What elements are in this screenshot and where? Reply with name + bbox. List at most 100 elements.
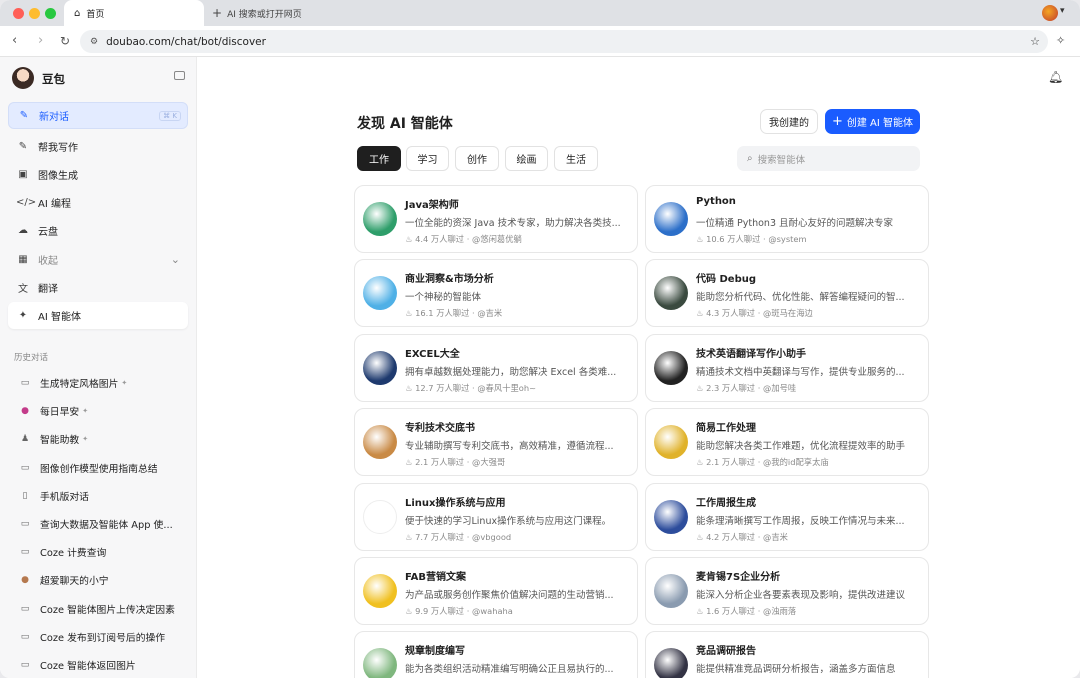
history-item[interactable]: ▭ Coze 智能体返回图片 (8, 653, 188, 677)
minimize-window-button[interactable] (29, 8, 40, 19)
my-created-button[interactable]: 我创建的 (760, 109, 818, 134)
category-tab-label: 创作 (467, 155, 487, 166)
search-box[interactable]: ⌕ 搜索智能体 (737, 146, 920, 171)
history-item-icon: ▭ (20, 547, 30, 558)
sidebar-item-agents[interactable]: ✦ AI 智能体 (8, 302, 188, 329)
history-item[interactable]: ▭ Coze 智能体图片上传决定因素 (8, 597, 188, 621)
history-title: 历史对话 (14, 353, 49, 363)
bot-card[interactable]: 商业洞察&市场分析 一个神秘的智能体 ♨ 16.1 万人聊过 · @吉米 (354, 259, 638, 328)
collapse-icon: ▦ (18, 254, 28, 265)
collapse-sidebar-icon[interactable] (174, 71, 185, 80)
sidebar-item-collapse[interactable]: ▦ 收起 ⌄ (8, 246, 188, 273)
bot-meta: ♨ 7.7 万人聊过 · @vbgood (405, 531, 511, 543)
bot-card[interactable]: 专利技术交底书 专业辅助撰写专利交底书，高效精准，遵循流程... ♨ 2.1 万人聊… (354, 408, 638, 477)
bot-avatar (363, 499, 397, 534)
home-icon: ⌂ (74, 7, 81, 19)
history-item[interactable]: ● 超爱聊天的小宁 (8, 568, 188, 592)
zoom-window-button[interactable] (45, 8, 56, 19)
history-item[interactable]: ▭ 查询大数据及智能体 App 使... (8, 512, 188, 536)
bot-title: 专利技术交底书 (405, 423, 475, 435)
bot-card[interactable]: 竞品调研报告 能提供精准竞品调研分析报告，涵盖多方面信息 (645, 631, 929, 678)
bot-card[interactable]: 代码 Debug 能助您分析代码、优化性能、解答编程疑问的智... ♨ 4.3 万人… (645, 259, 929, 328)
bot-card[interactable]: Linux操作系统与应用 便于快速的学习Linux操作系统与应用这门课程。 ♨ 7.… (354, 482, 638, 551)
history-item[interactable]: ▭ Coze 发布到订阅号后的操作 (8, 625, 188, 649)
tab-bar: ⌂ 首页 + AI 搜索或打开网页 ▾ (0, 0, 1080, 26)
history-item[interactable]: ▭ 生成特定风格图片 ✦ (8, 371, 188, 395)
close-window-button[interactable] (13, 8, 24, 19)
history-item-icon: ● (21, 406, 29, 417)
main-content: 🔔︎ 发现 AI 智能体 我创建的 + 创建 AI 智能体 工作 学习 创作 绘画 生活… (197, 57, 1080, 678)
sidebar-item-cloud[interactable]: ☁ 云盘 (8, 217, 188, 244)
separator: · (755, 382, 764, 393)
bot-card[interactable]: 麦肯锡7S企业分析 能深入分析企业各要素表现及影响，提供改进建议 ♨ 1.6 万人聊… (645, 557, 929, 625)
site-settings-icon[interactable]: ⚙ (90, 37, 98, 47)
bot-author: @吉米 (763, 531, 788, 542)
category-tab[interactable]: 生活 (554, 146, 598, 171)
url-field[interactable]: ⚙ doubao.com/chat/bot/discover ☆ (80, 30, 1048, 53)
history-item-label: Coze 发布到订阅号后的操作 (40, 632, 166, 644)
history-item[interactable]: ▭ 图像创作模型使用指南总结 (8, 456, 188, 480)
new-chat-button[interactable]: ✎ 新对话 ⌘ K (8, 102, 188, 129)
bot-views: 2.3 万人聊过 (706, 382, 756, 393)
history-item-label: Coze 智能体图片上传决定因素 (40, 604, 175, 616)
sidebar-item-label: AI 编程 (38, 199, 71, 210)
history-item[interactable]: ▯ 手机版对话 (8, 484, 188, 508)
history-item-icon: ♟ (20, 434, 30, 445)
bot-card[interactable]: 简易工作处理 能助您解决各类工作难题，优化流程提效率的助手 ♨ 2.1 万人聊过 ·… (645, 408, 929, 477)
back-icon[interactable]: ‹ (12, 34, 17, 48)
extensions-icon[interactable]: ✧ (1056, 34, 1065, 47)
bot-description: 拥有卓越数据处理能力，助您解决 Excel 各类难... (405, 366, 617, 378)
chevron-down-icon[interactable]: ▾ (1060, 6, 1065, 16)
cloud-icon: ☁ (18, 225, 28, 236)
bot-avatar (363, 648, 397, 678)
create-bot-button[interactable]: + 创建 AI 智能体 (825, 109, 920, 134)
bot-card[interactable]: 技术英语翻译写作小助手 精通技术文档中英翻译与写作，提供专业服务的... ♨ 2.3… (645, 333, 929, 402)
bot-card[interactable]: 工作周报生成 能条理清晰撰写工作周报，反映工作情况与未来... ♨ 4.2 万人聊过… (645, 482, 929, 551)
sidebar-item-label: 图像生成 (38, 171, 78, 182)
new-tab-button[interactable]: + AI 搜索或打开网页 (212, 0, 302, 26)
bot-author: @斑马在海边 (763, 308, 813, 319)
bot-card[interactable]: EXCEL大全 拥有卓越数据处理能力，助您解决 Excel 各类难... ♨ 12.… (354, 333, 638, 402)
bot-card[interactable]: Java架构师 一位全能的资深 Java 技术专家，助力解决各类技... ♨ 4.4… (354, 185, 638, 253)
bot-author: @大强哥 (472, 457, 506, 468)
forward-icon[interactable]: › (38, 34, 43, 48)
bot-views: 1.6 万人聊过 (706, 606, 756, 616)
category-tab[interactable]: 工作 (357, 146, 401, 171)
bot-author: @悠闲葛优躺 (472, 234, 522, 244)
fire-icon: ♨ (696, 531, 707, 542)
sidebar: 豆包 ✎ 新对话 ⌘ K ✎ 帮我写作 ▣ 图像生成 </> AI 编程 ☁ 云盘 ▦ 收起 ⌄ 文翻… (0, 57, 197, 678)
separator: · (464, 531, 473, 542)
history-item[interactable]: ♟ 智能助教 ✦ (8, 427, 188, 451)
bot-card[interactable]: Python 一位精通 Python3 且耐心友好的问题解决专家 ♨ 10.6 万人… (645, 185, 929, 253)
sidebar-item-translate[interactable]: 文翻译 (8, 274, 188, 301)
fire-icon: ♨ (405, 308, 416, 319)
category-tab[interactable]: 创作 (455, 146, 499, 171)
profile-avatar[interactable] (1042, 5, 1058, 21)
bookmark-star-icon[interactable]: ☆ (1030, 35, 1040, 48)
category-tab[interactable]: 绘画 (505, 146, 548, 171)
browser-window: ⌂ 首页 + AI 搜索或打开网页 ▾ ‹ › ↻ ⚙ doubao.com/c… (0, 0, 1080, 678)
sidebar-item-image[interactable]: ▣ 图像生成 (8, 161, 188, 188)
history-item-label: 手机版对话 (40, 491, 89, 503)
bot-title: 简易工作处理 (696, 423, 756, 435)
page-title: 发现 AI 智能体 (357, 116, 453, 132)
bot-card[interactable]: 规章制度编写 能为各类组织活动精准编写明确公正且易执行的... (354, 631, 638, 678)
bot-views: 9.9 万人聊过 (415, 606, 465, 616)
bot-title: 麦肯锡7S企业分析 (696, 572, 781, 583)
bot-description: 能助您解决各类工作难题，优化流程提效率的助手 (696, 441, 906, 453)
history-item[interactable]: ▭ Coze 计费查询 (8, 540, 188, 564)
history-item-label: 生成特定风格图片 (40, 379, 119, 390)
category-tab[interactable]: 学习 (406, 146, 449, 171)
history-item[interactable]: ● 每日早安 ✦ (8, 399, 188, 423)
bot-meta: ♨ 4.2 万人聊过 · @吉米 (696, 531, 788, 543)
bell-icon[interactable]: 🔔︎ (1048, 70, 1063, 84)
reload-icon[interactable]: ↻ (60, 34, 70, 48)
bot-title: 代码 Debug (696, 274, 756, 286)
sidebar-item-coding[interactable]: </> AI 编程 (8, 189, 188, 216)
tab-home[interactable]: ⌂ 首页 (64, 0, 204, 26)
sidebar-item-write[interactable]: ✎ 帮我写作 (8, 133, 188, 160)
bot-description: 便于快速的学习Linux操作系统与应用这门课程。 (405, 515, 612, 527)
bot-description: 能深入分析企业各要素表现及影响，提供改进建议 (696, 590, 906, 601)
bot-card[interactable]: FAB营销文案 为产品或服务创作聚焦价值解决问题的生动营销... ♨ 9.9 万人聊… (354, 557, 638, 625)
address-bar: ‹ › ↻ ⚙ doubao.com/chat/bot/discover ☆ ✧ (0, 26, 1080, 57)
